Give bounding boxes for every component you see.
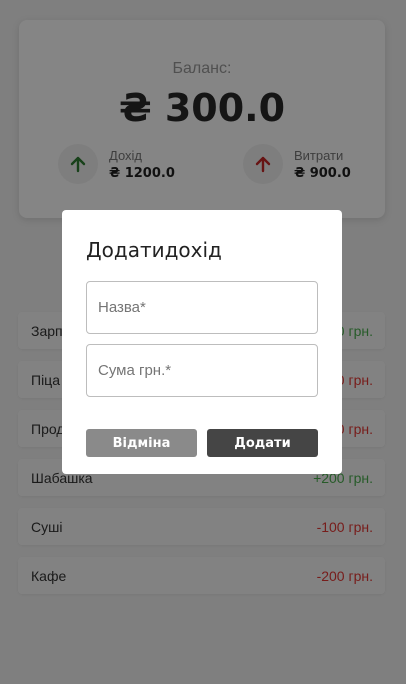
cancel-button[interactable]: Відміна <box>86 429 197 457</box>
add-button[interactable]: Додати <box>207 429 318 457</box>
amount-input[interactable] <box>86 344 318 397</box>
name-input[interactable] <box>86 281 318 334</box>
add-income-dialog: Додатидохід Відміна Додати <box>62 210 342 474</box>
app: Баланс: ₴ 300.0 Дохід ₴ 1200.0 Витрати ₴ <box>0 0 406 684</box>
dialog-title: Додатидохід <box>86 238 222 262</box>
